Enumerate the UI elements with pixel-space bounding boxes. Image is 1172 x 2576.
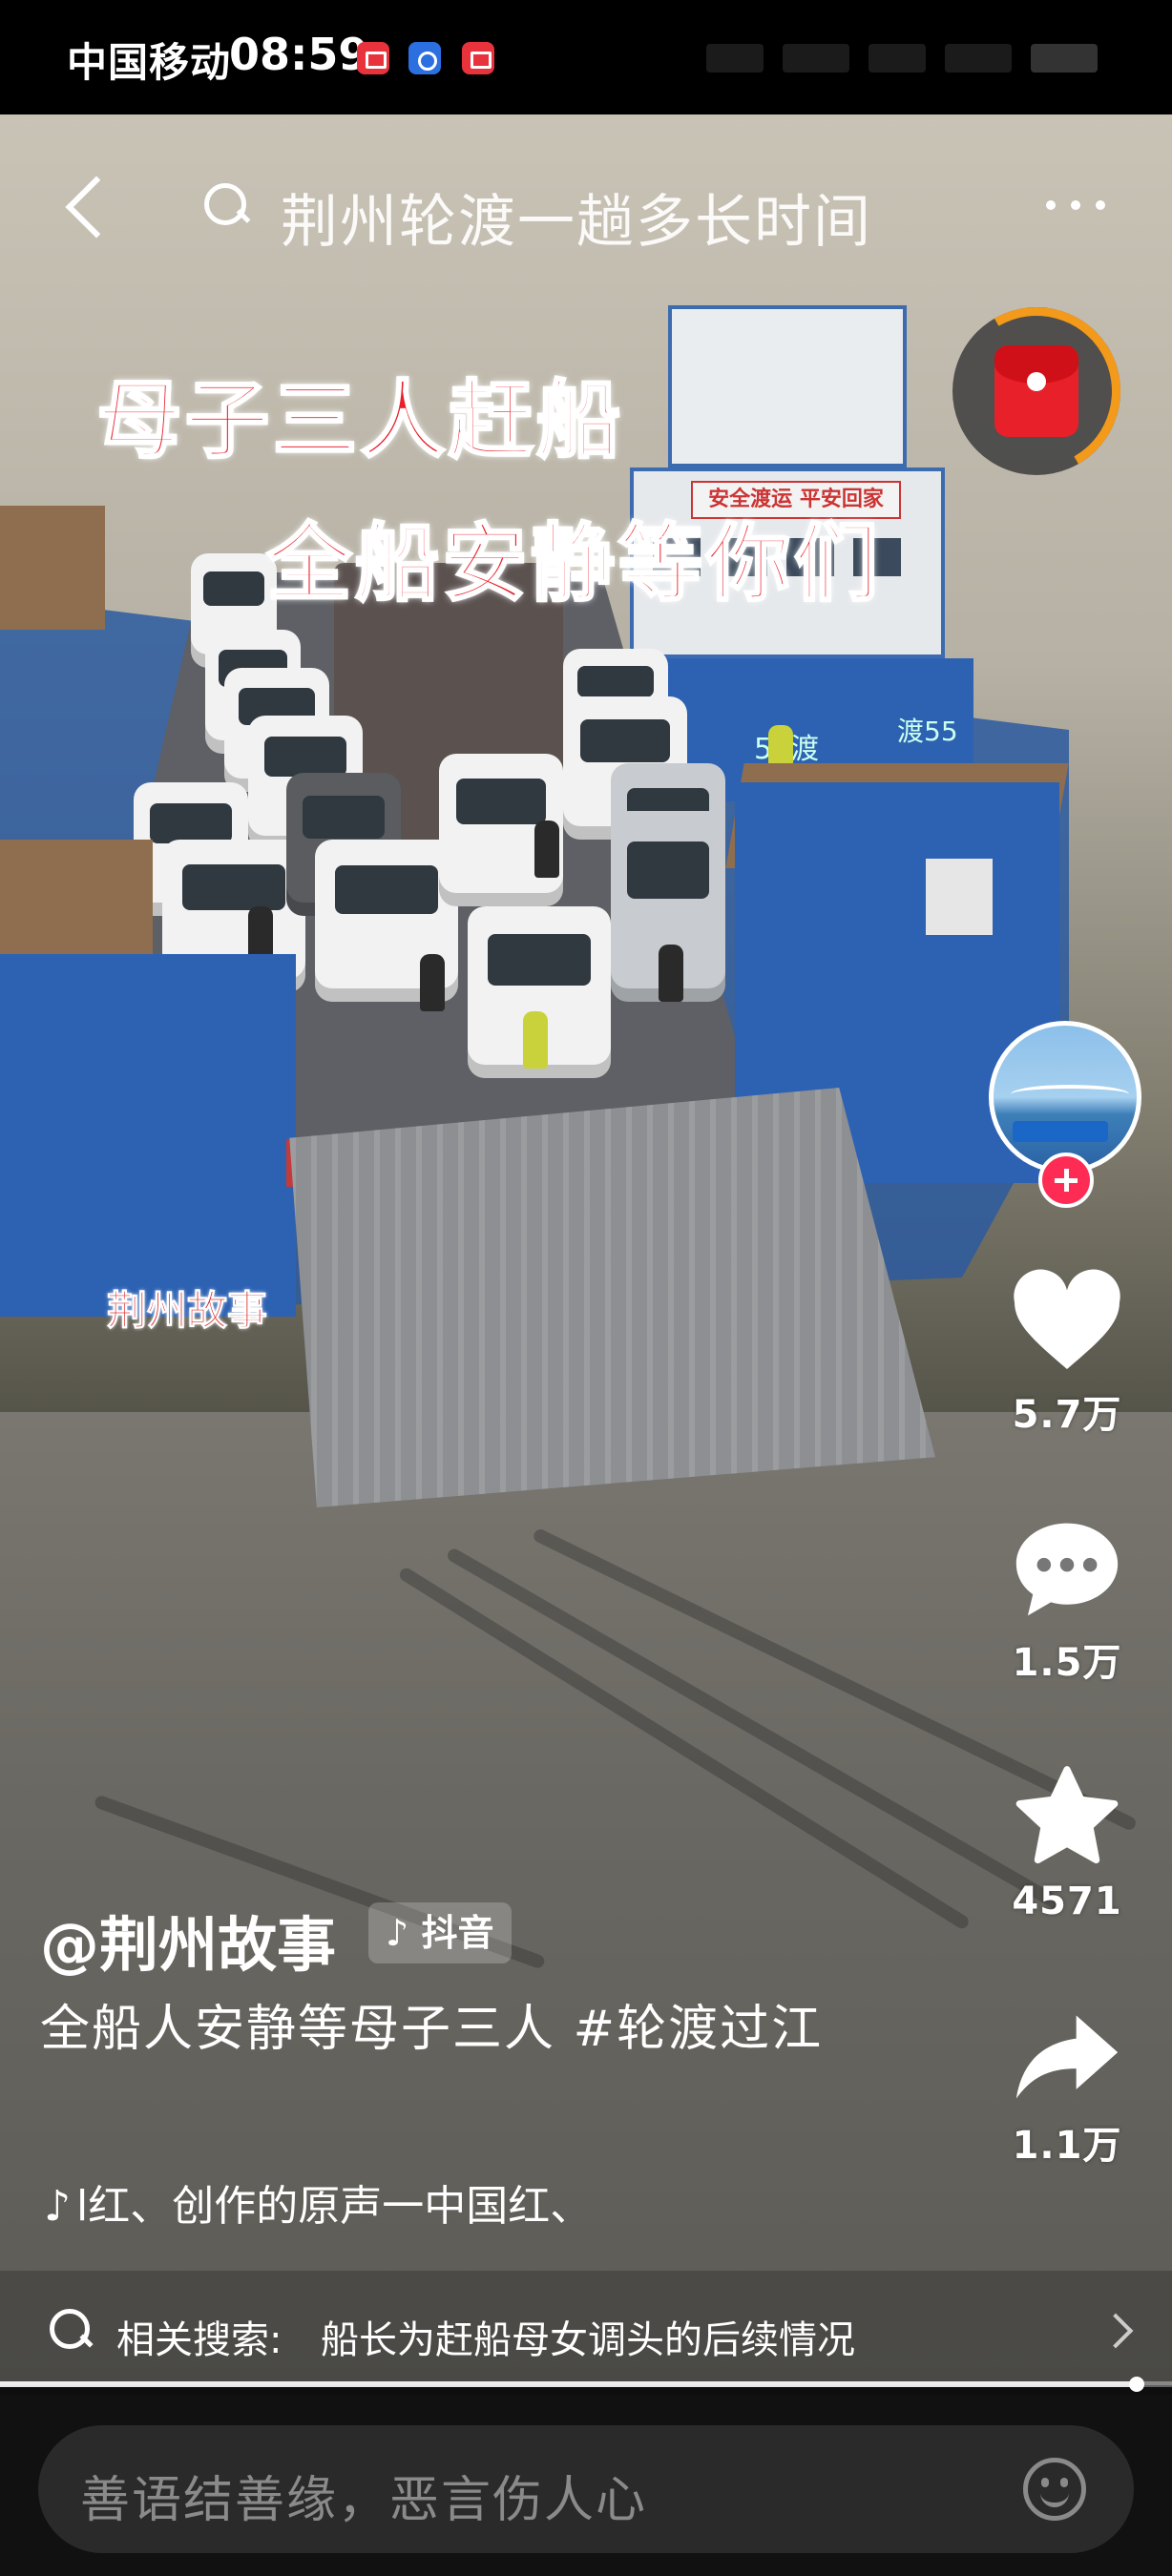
chevron-right-icon	[1098, 2313, 1134, 2349]
music-note-icon: ♪	[44, 2182, 72, 2231]
related-search-prefix: 相关搜索:	[116, 2318, 283, 2362]
like-button[interactable]: 5.7万	[981, 1269, 1153, 1439]
search-query[interactable]: 荆州轮渡一趟多长时间	[281, 176, 872, 259]
person	[534, 821, 559, 878]
comment-bar: 善语结善缘，恶言伤人心	[0, 2395, 1172, 2576]
video-headline-line2: 全船安静等你们	[265, 513, 883, 614]
more-icon[interactable]	[1038, 191, 1115, 219]
top-bar: 荆州轮渡一趟多长时间	[0, 114, 1172, 296]
video-progress-fill	[0, 2381, 1138, 2387]
red-packet-icon	[994, 345, 1078, 437]
douyin-note-icon: ♪	[386, 1912, 409, 1954]
like-count: 5.7万	[1012, 1393, 1122, 1437]
comment-icon	[1015, 1523, 1119, 1616]
search-icon	[204, 183, 250, 229]
clock: 08:59	[229, 29, 369, 80]
video-watermark: 荆州故事	[106, 1287, 268, 1335]
carrier-label: 中国移动	[67, 39, 232, 86]
search-bar[interactable]: 荆州轮渡一趟多长时间	[200, 162, 945, 256]
app-notification-icon	[408, 42, 441, 74]
comment-input[interactable]: 善语结善缘，恶言伤人心	[38, 2425, 1134, 2553]
heart-icon	[1014, 1269, 1120, 1369]
emoji-icon[interactable]	[1023, 2458, 1086, 2521]
comment-count: 1.5万	[1012, 1641, 1122, 1685]
back-icon[interactable]	[53, 162, 111, 248]
platform-badge: ♪ 抖音	[368, 1902, 512, 1963]
person	[420, 954, 445, 1011]
music-row[interactable]: ♪ l红、创作的原声一中国红、	[44, 2171, 592, 2233]
status-bar: 中国移动 08:59	[0, 0, 1172, 114]
hull-number-2: 渡55	[897, 716, 958, 747]
author-name[interactable]: @荆州故事	[40, 1897, 336, 1983]
search-icon	[50, 2309, 94, 2353]
related-search-bar[interactable]: 相关搜索: 船长为赶船母女调头的后续情况	[0, 2271, 1172, 2395]
person	[659, 945, 683, 1002]
red-packet-button[interactable]	[933, 288, 1140, 494]
left-cabin-roof	[0, 840, 153, 964]
app-notification-icon	[357, 42, 389, 74]
left-cabin-roof	[0, 506, 105, 630]
share-count: 1.1万	[1012, 2124, 1122, 2168]
video-headline-line1: 母子三人赶船	[95, 370, 625, 471]
share-button[interactable]: 1.1万	[981, 2009, 1153, 2170]
music-title: l红、创作的原声一中国红、	[76, 2182, 593, 2231]
follow-button[interactable]	[1038, 1153, 1094, 1208]
comment-button[interactable]: 1.5万	[981, 1517, 1153, 1687]
author-avatar[interactable]	[989, 1021, 1141, 1174]
ferry-ramp	[289, 1088, 935, 1507]
star-icon	[1015, 1766, 1119, 1864]
video-progress-bar[interactable]	[0, 2377, 1172, 2392]
favorite-button[interactable]: 4571	[981, 1765, 1153, 1923]
status-indicators	[706, 38, 1107, 76]
left-cabin	[0, 954, 296, 1317]
video-caption[interactable]: 全船人安静等母子三人 #轮渡过江	[40, 1992, 832, 2067]
app-notification-icon	[462, 42, 494, 74]
comment-placeholder: 善语结善缘，恶言伤人心	[80, 2472, 648, 2529]
platform-badge-label: 抖音	[421, 1912, 494, 1954]
share-arrow-icon	[1015, 2015, 1119, 2099]
related-search-query: 船长为赶船母女调头的后续情况	[321, 2318, 855, 2362]
favorite-count: 4571	[1012, 1880, 1122, 1923]
person	[523, 1011, 548, 1069]
